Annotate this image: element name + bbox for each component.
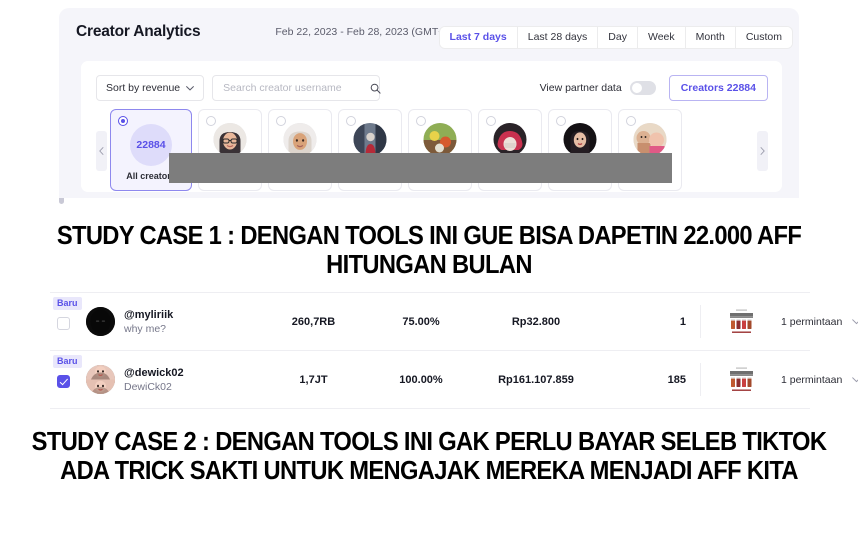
creator-cell: @myliriik why me? [86,307,261,336]
revenue-value: Rp32.800 [511,315,561,328]
rate-value: 100.00% [399,373,443,386]
gmv-value: 260,7RB [291,315,336,328]
carousel-next-button[interactable] [757,131,768,171]
tab-custom[interactable]: Custom [735,27,792,48]
row-select-cell: Baru [50,293,86,350]
row-checkbox[interactable] [57,375,70,388]
tab-week[interactable]: Week [637,27,686,48]
rate-value: 75.00% [402,315,440,328]
creator-handle: @dewick02 [124,366,184,379]
avatar [86,365,115,394]
status-badge: Baru [53,297,82,310]
creator-identity: @dewick02 DewiCk02 [124,366,184,394]
sort-by-revenue-dropdown[interactable]: Sort by revenue [96,75,205,101]
case-1-caption: STUDY CASE 1 : DENGAN TOOLS INI GUE BISA… [56,222,802,279]
avatar [86,307,115,336]
search-creator-box[interactable] [212,75,381,101]
row-select-cell: Baru [50,351,86,408]
product-cell[interactable] [701,307,781,336]
creator-tile-5-radio[interactable] [486,116,496,126]
tab-month[interactable]: Month [685,27,736,48]
avatar [493,123,527,156]
creator-table: Baru @myliriik why me? 260,7RB 75.00% Rp… [50,292,858,409]
avatar [423,123,457,156]
page-title: Creator Analytics [76,22,201,40]
creator-tile-6-radio[interactable] [556,116,566,126]
request-cell[interactable]: 1 permintaan [781,374,858,386]
tab-last-28-days[interactable]: Last 28 days [517,27,599,48]
creator-tile-7-radio[interactable] [626,116,636,126]
status-badge: Baru [53,355,82,368]
gmv-value: 1,7JT [299,373,328,386]
chevron-down-icon[interactable] [852,376,858,383]
table-row[interactable]: Baru @dewick02 DewiCk02 1,7JT 100.00% Rp… [50,351,858,408]
creator-tile-3-radio[interactable] [346,116,356,126]
creator-tile-4-radio[interactable] [416,116,426,126]
creator-tile-2-radio[interactable] [276,116,286,126]
table-row[interactable]: Baru @myliriik why me? 260,7RB 75.00% Rp… [50,293,858,351]
case-2-caption: STUDY CASE 2 : DENGAN TOOLS INI GAK PERL… [31,428,827,485]
creator-analytics-panel: Creator Analytics Feb 22, 2023 - Feb 28,… [59,8,799,198]
chevron-left-icon [99,147,104,155]
orders-value: 185 [667,373,686,386]
tab-last-7-days[interactable]: Last 7 days [439,27,518,48]
censor-redaction-bar [169,153,672,183]
tab-day[interactable]: Day [598,27,638,48]
creator-nickname: DewiCk02 [124,380,172,393]
creator-handle: @myliriik [124,308,174,321]
avatar [283,123,317,156]
avatar [353,123,387,156]
chevron-right-icon [760,147,765,155]
all-creators-radio[interactable] [118,116,128,126]
request-count-label: 1 permintaan [781,373,843,386]
orders-value: 1 [679,315,686,328]
request-count-label: 1 permintaan [781,315,843,328]
avatar [213,123,247,156]
date-range-tabs: Last 7 days Last 28 days Day Week Month … [439,27,792,48]
toolbar-right-group: View partner data Creators 22884 [540,75,768,101]
creator-cell: @dewick02 DewiCk02 [86,365,261,394]
creator-tile-1-radio[interactable] [206,116,216,126]
row-checkbox[interactable] [57,317,70,330]
creator-nickname: why me? [124,322,167,335]
carousel-prev-button[interactable] [96,131,107,171]
creator-list-card: Sort by revenue View partner data [81,61,782,192]
product-thumbnail [725,365,757,394]
avatar [633,123,667,156]
sort-select-label: Sort by revenue [106,82,181,94]
view-partner-data-label: View partner data [539,82,622,94]
creator-carousel: 22884 All creators [96,109,768,194]
search-input[interactable] [221,81,361,95]
chevron-down-icon[interactable] [852,318,858,325]
chevron-down-icon [186,85,195,91]
view-partner-data-toggle[interactable] [629,81,656,95]
search-icon[interactable] [370,83,381,94]
creator-identity: @myliriik why me? [124,308,173,336]
creators-count-button[interactable]: Creators 22884 [668,75,768,101]
avatar [563,123,597,156]
creator-toolbar: Sort by revenue View partner data [96,75,768,101]
all-creators-count: 22884 [130,124,172,166]
request-cell[interactable]: 1 permintaan [781,316,858,328]
product-thumbnail [725,307,757,336]
revenue-value: Rp161.107.859 [498,373,574,386]
product-cell[interactable] [701,365,781,394]
